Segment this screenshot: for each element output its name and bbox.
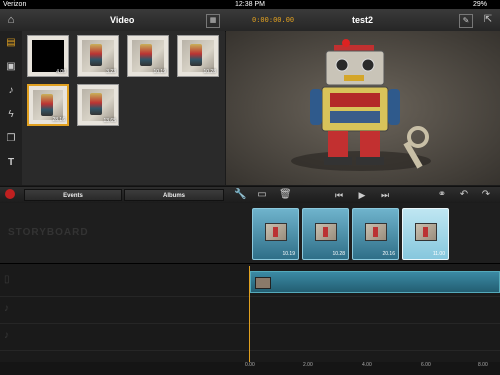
library-thumbnail[interactable]: 3.23: [77, 35, 119, 77]
time-ruler: 0.00 2.00 4.00 6.00 8.00: [0, 362, 500, 375]
status-bar: Verizon 12:38 PM 29%: [0, 0, 500, 9]
music-icon[interactable]: ♪: [5, 85, 17, 97]
tab-events[interactable]: Events: [24, 189, 122, 201]
photo-icon[interactable]: ▣: [5, 61, 17, 73]
effects-icon[interactable]: ϟ: [5, 109, 17, 121]
storyboard-label: STORYBOARD: [8, 227, 89, 238]
thumbnail-duration: 28.16: [52, 117, 65, 123]
audio-track: ♪: [0, 324, 500, 351]
library-thumbnail[interactable]: 10.28: [177, 35, 219, 77]
grid-icon[interactable]: ▦: [206, 14, 220, 28]
trash-icon[interactable]: 🗑: [279, 189, 292, 201]
thumbnail-duration: 10.19: [153, 69, 166, 75]
library-thumbnail[interactable]: 4.00: [27, 35, 69, 77]
media-library: 4.00 3.23 10.19 10.28 28.16 13.65: [22, 31, 225, 185]
storyboard-clip[interactable]: 10.19: [252, 208, 299, 260]
clip-duration: 20.16: [382, 251, 395, 257]
clip-duration: 11.00: [432, 251, 445, 257]
export-icon[interactable]: ⇱: [482, 14, 494, 26]
carrier-label: Verizon: [3, 1, 27, 8]
play-icon[interactable]: ▶: [355, 189, 369, 201]
thumbnail-duration: 10.28: [203, 69, 216, 75]
camera-icon[interactable]: ▭: [256, 189, 268, 201]
title-icon[interactable]: T: [5, 157, 17, 169]
transitions-icon[interactable]: ❐: [5, 133, 17, 145]
timeline: ▯ ♪ ♪: [0, 264, 500, 364]
project-title: test2: [352, 15, 374, 25]
thumbnail-duration: 13.65: [103, 118, 116, 124]
video-preview[interactable]: [226, 31, 500, 185]
battery-label: 29%: [473, 1, 488, 8]
video-track: ▯: [0, 266, 500, 297]
storyboard-clip[interactable]: 20.16: [352, 208, 399, 260]
library-title: Video: [110, 15, 135, 25]
clip-duration: 10.28: [332, 251, 345, 257]
wrench-icon[interactable]: 🔧: [234, 189, 246, 201]
forward-icon[interactable]: ⏭: [378, 189, 392, 201]
storyboard-clip[interactable]: 10.28: [302, 208, 349, 260]
clip-duration: 10.19: [282, 251, 295, 257]
storyboard: STORYBOARD 10.19 10.28 20.16 11.00: [0, 203, 500, 264]
ruler-tick: 4.00: [362, 362, 372, 368]
playhead[interactable]: [249, 266, 250, 366]
home-icon[interactable]: ⌂: [5, 14, 17, 26]
robot-preview-image: [226, 31, 500, 185]
music-track-icon: ♪: [4, 303, 9, 314]
redo-icon[interactable]: ↷: [480, 189, 492, 201]
controls-bar: Events Albums 🔧 ▭ 🗑 ⏮ ▶ ⏭ ⚭ ↶ ↷: [0, 186, 500, 204]
clock-label: 12:38 PM: [235, 1, 265, 8]
library-thumbnail[interactable]: 10.19: [127, 35, 169, 77]
music-track-icon: ♪: [4, 330, 9, 341]
video-track-icon: ▯: [4, 274, 10, 285]
ruler-tick: 0.00: [245, 362, 255, 368]
link-icon[interactable]: ⚭: [436, 189, 448, 201]
video-icon[interactable]: ▤: [5, 37, 17, 49]
edit-icon[interactable]: ✎: [459, 14, 473, 28]
audio-track: ♪: [0, 297, 500, 324]
rewind-icon[interactable]: ⏮: [332, 189, 346, 201]
thumbnail-duration: 4.00: [56, 69, 66, 75]
library-thumbnail[interactable]: 13.65: [77, 84, 119, 126]
library-thumbnail[interactable]: 28.16: [27, 84, 69, 126]
thumbnail-duration: 3.23: [106, 69, 116, 75]
ruler-tick: 8.00: [478, 362, 488, 368]
timeline-video-clip[interactable]: [250, 271, 500, 293]
media-type-column: ▤ ▣ ♪ ϟ ❐ T: [0, 31, 23, 185]
record-icon[interactable]: [5, 189, 15, 199]
top-toolbar: ⌂ Video ▦ 0:00:00.00 test2 ✎ ⇱: [0, 9, 500, 32]
ruler-tick: 2.00: [303, 362, 313, 368]
storyboard-clip[interactable]: 11.00: [402, 208, 449, 260]
ruler-tick: 6.00: [421, 362, 431, 368]
undo-icon[interactable]: ↶: [458, 189, 470, 201]
timecode-display: 0:00:00.00: [252, 16, 295, 24]
tab-albums[interactable]: Albums: [124, 189, 224, 201]
